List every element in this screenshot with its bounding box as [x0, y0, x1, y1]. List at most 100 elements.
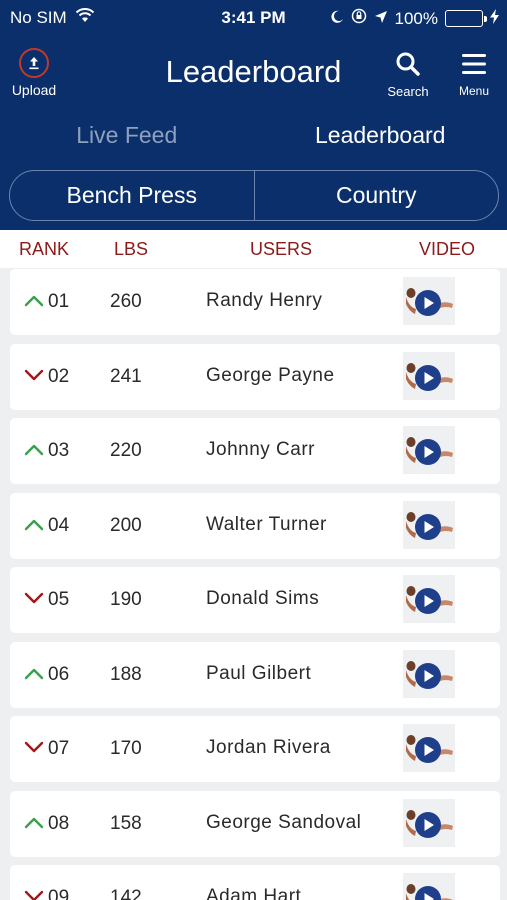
lbs-value: 260: [110, 291, 142, 312]
lbs-column-header: LBS: [114, 239, 149, 259]
athlete-leg: [439, 600, 453, 606]
athlete-head: [406, 586, 416, 596]
athlete-arm: [406, 818, 416, 836]
search-button[interactable]: Search: [380, 50, 436, 99]
menu-button[interactable]: Menu: [449, 50, 499, 98]
athlete-head: [406, 362, 416, 373]
tab-live-feed[interactable]: Live Feed: [0, 104, 254, 166]
video-thumbnail[interactable]: [403, 426, 455, 474]
user-name: George Sandoval: [206, 811, 362, 833]
athlete-head: [406, 809, 416, 820]
rank-value: 07: [48, 738, 70, 759]
leaderboard-row[interactable]: 03 220 Johnny Carr: [10, 418, 500, 484]
tab-leaderboard[interactable]: Leaderboard: [254, 104, 507, 166]
athlete-leg: [439, 302, 453, 308]
table-header: RANK LBS USERS VIDEO: [0, 230, 507, 268]
filter-bar: Bench Press Country: [0, 166, 507, 230]
lbs-value: 190: [110, 589, 142, 610]
trend-down-icon: [24, 890, 44, 900]
trend-up-icon: [24, 444, 44, 456]
location-arrow-icon: [374, 9, 388, 29]
user-name: Randy Henry: [206, 290, 323, 311]
filter-segment: Bench Press Country: [9, 170, 499, 221]
athlete-arm: [406, 595, 416, 612]
rank-value: 03: [48, 440, 70, 461]
rank-value: 01: [48, 291, 70, 312]
rank-value: 05: [48, 589, 70, 610]
rank-column-header: RANK: [19, 239, 70, 259]
trend-up-icon: [24, 817, 44, 828]
hamburger-icon: [449, 50, 499, 78]
video-thumbnail[interactable]: [403, 351, 455, 400]
leaderboard-list: 01 260 Randy Henry 02 241 George Payne 03 220 Jo…: [10, 269, 500, 900]
athlete-leg: [439, 749, 453, 755]
athlete-leg: [439, 525, 453, 532]
leaderboard-row[interactable]: 09 142 Adam Hart: [10, 865, 500, 900]
user-name: Paul Gilbert: [206, 662, 312, 684]
athlete-arm: [406, 446, 416, 463]
athlete-leg: [439, 376, 453, 383]
video-thumbnail[interactable]: [403, 724, 455, 772]
rank-value: 08: [48, 812, 70, 834]
video-thumbnail[interactable]: [403, 798, 455, 847]
leaderboard-row[interactable]: 05 190 Donald Sims: [10, 567, 500, 633]
trend-up-icon: [24, 668, 44, 679]
leaderboard-row[interactable]: 01 260 Randy Henry: [10, 269, 500, 335]
user-name: Johnny Carr: [206, 439, 315, 460]
rank-value: 04: [48, 514, 70, 536]
video-thumbnail[interactable]: [403, 277, 455, 325]
athlete-leg: [439, 823, 453, 830]
leaderboard-row[interactable]: 06 188 Paul Gilbert: [10, 641, 500, 708]
scope-filter-button[interactable]: Country: [253, 171, 499, 220]
menu-label: Menu: [458, 84, 490, 98]
lbs-value: 188: [110, 663, 142, 685]
leaderboard-row[interactable]: 02 241 George Payne: [10, 343, 500, 410]
athlete-leg: [439, 674, 453, 681]
trend-up-icon: [24, 519, 44, 530]
athlete-arm: [406, 371, 416, 389]
lbs-value: 158: [110, 812, 142, 834]
leaderboard-row[interactable]: 04 200 Walter Turner: [10, 492, 500, 559]
exercise-filter-button[interactable]: Bench Press: [10, 171, 254, 220]
athlete-arm: [406, 669, 416, 687]
video-thumbnail[interactable]: [403, 649, 455, 698]
athlete-head: [406, 735, 416, 745]
video-thumbnail[interactable]: [403, 873, 455, 900]
user-name: Walter Turner: [206, 513, 327, 535]
lbs-value: 241: [110, 365, 142, 387]
athlete-arm: [406, 520, 416, 538]
status-bar: No SIM 3:41 PM 100%: [0, 0, 507, 36]
trend-up-icon: [24, 295, 44, 307]
trend-down-icon: [24, 741, 44, 753]
athlete-arm: [406, 893, 410, 900]
user-name: Donald Sims: [206, 588, 320, 609]
leaderboard-row[interactable]: 08 158 George Sandoval: [10, 790, 500, 857]
video-column-header: VIDEO: [419, 239, 476, 259]
video-thumbnail[interactable]: [403, 575, 455, 623]
athlete-leg: [439, 451, 453, 457]
battery-percent: 100%: [394, 8, 438, 28]
trend-down-icon: [24, 592, 44, 604]
athlete-arm: [406, 744, 416, 761]
athlete-head: [406, 511, 416, 522]
rank-value: 09: [48, 887, 70, 900]
trend-down-icon: [24, 369, 44, 380]
users-column-header: USERS: [250, 239, 313, 259]
rank-value: 02: [48, 365, 70, 387]
athlete-head: [406, 884, 416, 894]
athlete-arm: [406, 297, 416, 314]
user-name: Adam Hart: [206, 886, 302, 900]
video-thumbnail[interactable]: [403, 500, 455, 549]
charging-icon: [490, 8, 499, 29]
rank-value: 06: [48, 663, 70, 685]
status-right: 100%: [330, 8, 499, 29]
lbs-value: 170: [110, 738, 142, 759]
leaderboard-row[interactable]: 07 170 Jordan Rivera: [10, 716, 500, 782]
nav-bar: Upload Leaderboard Search Menu: [0, 36, 507, 104]
moon-icon: [330, 9, 344, 29]
athlete-head: [406, 288, 416, 298]
battery-icon: [445, 10, 487, 27]
athlete-head: [406, 437, 416, 447]
tab-bar: Live Feed Leaderboard: [0, 104, 507, 166]
lbs-value: 142: [110, 887, 142, 900]
